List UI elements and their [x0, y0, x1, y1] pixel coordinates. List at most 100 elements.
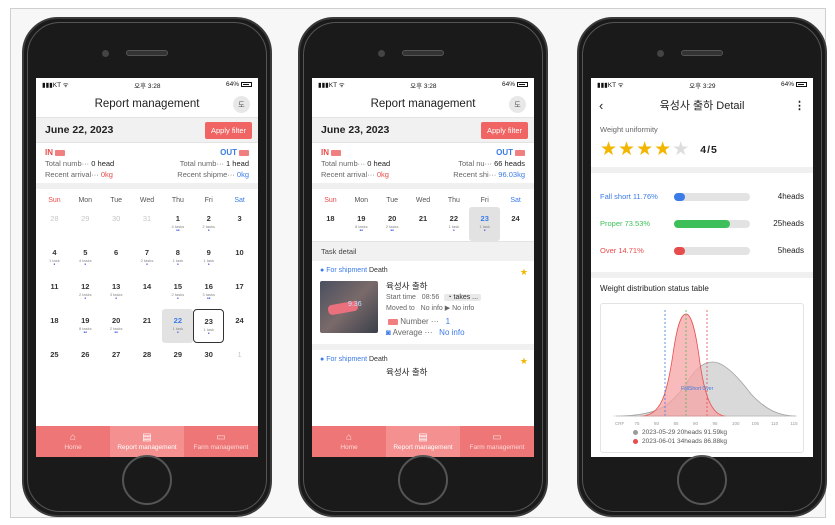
tab-home[interactable]: ⌂ Home [36, 426, 110, 457]
ticket-icon [239, 149, 249, 156]
calendar-day[interactable]: 6 [101, 241, 132, 275]
calendar-day[interactable]: 10 [224, 241, 255, 275]
back-chevron-icon[interactable]: ‹ [599, 98, 603, 113]
day-number: 29 [173, 350, 183, 359]
tab-farm-management[interactable]: ▭ Farm management [184, 426, 258, 457]
calendar-day[interactable]: 20 2 tasks •• [377, 207, 408, 241]
calendar-day[interactable]: 21 [132, 309, 163, 343]
calendar-day[interactable]: 19 8 tasks •• [70, 309, 101, 343]
calendar-day[interactable]: 3 [224, 207, 255, 241]
x-tick-label: 100 [732, 421, 740, 426]
tab-farm-management[interactable]: ▭ Farm management [460, 426, 534, 457]
task-card[interactable]: ● For shipment Death ★ 육성사 출하 [312, 350, 534, 384]
task-dots: • [53, 262, 56, 268]
task-dots: • [176, 262, 179, 268]
calendar-day[interactable]: 14 [132, 275, 163, 309]
calendar-day[interactable]: 16 3 tasks •• [193, 275, 224, 309]
weekday-thu: Thu [447, 196, 460, 204]
selected-date[interactable]: June 23, 2023 [321, 124, 389, 136]
day-number: 4 [52, 248, 57, 257]
calendar-day[interactable]: 22 1 task • [162, 309, 194, 343]
calendar-day[interactable]: 15 2 tasks • [162, 275, 193, 309]
calendar-day[interactable]: 11 [39, 275, 70, 309]
task-card[interactable]: ● For shipment Death ★ 9.36 육성사 출하 Start… [312, 261, 534, 350]
battery-indicator: 64% [502, 81, 528, 88]
calendar-day[interactable]: 72 tasks • [132, 241, 163, 275]
legend-dot [633, 429, 638, 435]
calendar-day[interactable]: 24 [500, 207, 531, 241]
more-options-icon[interactable]: ⋮ [794, 99, 805, 112]
x-tick-label: 75 [635, 421, 641, 426]
avatar[interactable]: 도 [233, 96, 250, 113]
x-axis-ticks: CRF 75 80 85 90 95 100 105 110 115 [615, 421, 798, 426]
tab-home[interactable]: ⌂ Home [312, 426, 386, 457]
calendar-day[interactable]: 18 [315, 207, 346, 241]
calendar-day[interactable]: 14 tasks •• [162, 207, 193, 241]
calendar-day[interactable]: 20 2 tasks •• [101, 309, 132, 343]
calendar-day[interactable]: 17 [224, 275, 255, 309]
calendar-day[interactable]: 22 tasks • [193, 207, 224, 241]
apply-filter-button[interactable]: Apply filter [480, 121, 528, 139]
weekday-sat: Sat [510, 196, 521, 204]
selected-date[interactable]: June 22, 2023 [45, 124, 113, 136]
app-header: Report management 도 [312, 91, 534, 117]
task-dots: • [84, 262, 87, 268]
task-type: ● For shipment [320, 356, 368, 363]
calendar-day[interactable]: 31 [132, 207, 163, 241]
calendar-day[interactable]: 23 1 task • [469, 207, 501, 241]
favorite-star-icon[interactable]: ★ [520, 267, 528, 278]
threshold-caption: FallShort Over [681, 386, 714, 392]
calendar-day[interactable]: 1 [224, 343, 255, 377]
calendar-day[interactable]: 30 [193, 343, 224, 377]
weekday-thu: Thu [171, 196, 184, 204]
day-number: 30 [204, 350, 213, 359]
home-button[interactable] [677, 455, 727, 505]
calendar-day[interactable]: 18 [39, 309, 70, 343]
photo-weight-text: 9.36 [348, 301, 362, 308]
bar-row-over: Over 14.71% 5heads [600, 237, 804, 264]
calendar-day[interactable]: 29 [70, 207, 101, 241]
status-bar: ▮▮▮KT ᯤ 오후 3:28 64% [312, 78, 534, 91]
calendar-day[interactable]: 21 [408, 207, 439, 241]
tab-report-management[interactable]: ▤ Report management [386, 426, 460, 457]
distribution-title: Weight distribution status table [600, 284, 709, 293]
calendar-day[interactable]: 27 [101, 343, 132, 377]
day-number: 14 [142, 282, 152, 291]
favorite-star-icon[interactable]: ★ [520, 356, 528, 367]
weekday-sun: Sun [324, 196, 337, 204]
calendar-day[interactable]: 54 tasks • [70, 241, 101, 275]
calendar-day[interactable]: 28 [132, 343, 163, 377]
calendar-day[interactable]: 22 1 task • [438, 207, 469, 241]
calendar-day[interactable]: 12 2 tasks • [70, 275, 101, 309]
calendar-day[interactable]: 41 task • [39, 241, 70, 275]
avatar[interactable]: 도 [509, 96, 526, 113]
day-number: 11 [50, 282, 59, 291]
bar-label: Over 14.71% [600, 246, 644, 255]
bar-fill [674, 246, 686, 255]
battery-icon [517, 81, 528, 87]
out-label: OUT [220, 148, 249, 157]
clock: 오후 3:28 [410, 82, 437, 90]
status-bar: ▮▮▮KT ᯤ 오후 3:29 64% [591, 78, 813, 91]
calendar-day[interactable]: 19 8 tasks •• [346, 207, 377, 241]
calendar-day[interactable]: 24 [224, 309, 255, 343]
report-screen: ▮▮▮KT ᯤ 오후 3:28 64% Report management 도 … [36, 78, 258, 457]
calendar-day[interactable]: 30 [101, 207, 132, 241]
calendar-day[interactable]: 23 1 task • [193, 309, 225, 343]
battery-indicator: 64% [226, 81, 252, 88]
home-button[interactable] [398, 455, 448, 505]
bar-row-proper: Proper 73.53% 25heads [600, 210, 804, 237]
task-dots: • [176, 296, 179, 302]
apply-filter-button[interactable]: Apply filter [204, 121, 252, 139]
calendar-day[interactable]: 28 [39, 207, 70, 241]
calendar-day[interactable]: 26 [70, 343, 101, 377]
calendar-day[interactable]: 81 task • [162, 241, 193, 275]
calendar-day[interactable]: 91 task • [193, 241, 224, 275]
calendar-day[interactable]: 25 [39, 343, 70, 377]
calendar-day[interactable]: 29 [162, 343, 193, 377]
calendar-day[interactable]: 13 3 tasks • [101, 275, 132, 309]
home-button[interactable] [122, 455, 172, 505]
day-number: 12 [81, 282, 90, 291]
bar-fill [674, 192, 685, 201]
tab-report-management[interactable]: ▤ Report management [110, 426, 184, 457]
